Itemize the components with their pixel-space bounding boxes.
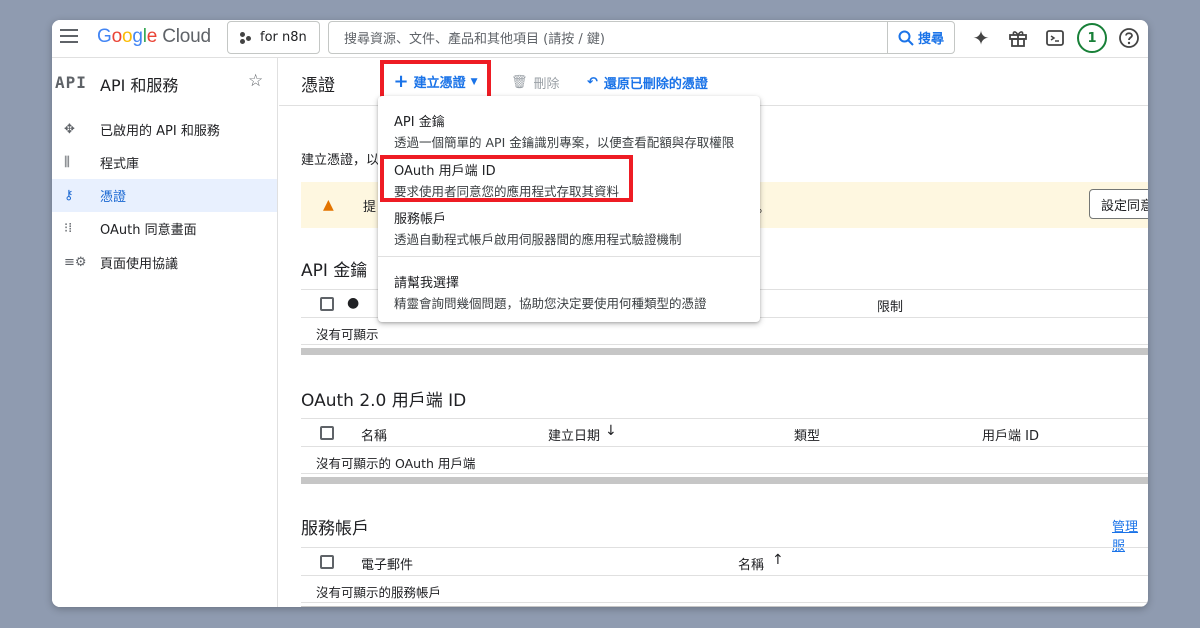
sidebar-item-enabled-apis[interactable]: ✥ 已啟用的 API 和服務: [52, 113, 277, 146]
select-all-checkbox[interactable]: [320, 426, 334, 440]
caret-down-icon: ▼: [470, 76, 478, 87]
oauth-highlight-box: [380, 155, 633, 202]
settings-list-icon: ≡⚙: [64, 255, 87, 270]
notification-badge[interactable]: 1: [1077, 23, 1107, 53]
horizontal-scrollbar[interactable]: [301, 477, 1148, 484]
top-bar: Google Cloud for n8n 搜尋資源、文件、產品和其他項目 (請按…: [52, 20, 1148, 58]
sidebar: API API 和服務 ☆ ✥ 已啟用的 API 和服務 ⫼ 程式庫 ⚷ 憑證 …: [52, 58, 278, 607]
create-credentials-button[interactable]: + 建立憑證 ▼: [380, 60, 491, 103]
horizontal-scrollbar[interactable]: [301, 606, 1148, 607]
consent-icon: ⁝⁞: [64, 221, 73, 236]
menu-icon[interactable]: [60, 29, 78, 45]
gift-icon[interactable]: [1006, 26, 1030, 50]
sidebar-item-page-usage[interactable]: ≡⚙ 頁面使用協議: [52, 246, 277, 279]
table-empty-row: 沒有可顯示的 OAuth 用戶端: [301, 447, 1148, 474]
plus-icon: +: [393, 71, 409, 92]
configure-consent-button[interactable]: 設定同意: [1089, 189, 1148, 219]
search-input[interactable]: 搜尋資源、文件、產品和其他項目 (請按 / 鍵) 搜尋: [328, 21, 955, 54]
cloud-shell-icon[interactable]: [1043, 26, 1067, 50]
menu-item-service-account[interactable]: 服務帳戶 透過自動程式帳戶啟用伺服器間的應用程式驗證機制: [394, 208, 682, 248]
search-button[interactable]: 搜尋: [887, 22, 954, 53]
horizontal-scrollbar[interactable]: [301, 348, 1148, 355]
create-credentials-menu: API 金鑰 透過一個簡單的 API 金鑰識別專案，以便查看配額與存取權限 OA…: [378, 96, 760, 322]
sidebar-item-library[interactable]: ⫼ 程式庫: [52, 146, 277, 179]
menu-divider: [378, 256, 760, 257]
select-all-checkbox[interactable]: [320, 555, 334, 569]
page-title: 憑證: [301, 76, 335, 96]
oauth-title: OAuth 2.0 用戶端 ID: [301, 391, 467, 411]
undo-icon: ↶: [587, 75, 598, 90]
table-empty-row: 沒有可顯示: [301, 318, 1148, 345]
status-dot-icon: ●: [347, 295, 360, 311]
sort-up-icon[interactable]: ↑: [772, 552, 784, 568]
sidebar-item-credentials[interactable]: ⚷ 憑證: [52, 179, 277, 212]
search-icon: [898, 30, 914, 46]
gemini-sparkle-icon[interactable]: ✦: [969, 26, 993, 50]
trash-icon: 🗑: [511, 75, 528, 90]
google-cloud-logo[interactable]: Google Cloud: [97, 26, 211, 48]
select-all-checkbox[interactable]: [320, 297, 334, 311]
project-selector[interactable]: for n8n: [227, 21, 320, 54]
intro-text: 建立憑證，以: [301, 153, 380, 168]
table-header: 名稱 建立日期 ↓ 類型 用戶端 ID: [301, 418, 1148, 447]
api-logo: API: [55, 73, 87, 92]
menu-item-help-me-choose[interactable]: 請幫我選擇 精靈會詢問幾個問題，協助您決定要使用何種類型的憑證: [394, 272, 707, 312]
sort-down-icon[interactable]: ↓: [605, 423, 617, 439]
service-accounts-title: 服務帳戶: [301, 519, 369, 539]
warning-icon: ▲: [323, 197, 334, 213]
oauth-table: 名稱 建立日期 ↓ 類型 用戶端 ID 沒有可顯示的 OAuth 用戶端: [301, 418, 1148, 484]
sidebar-item-oauth-consent[interactable]: ⁝⁞ OAuth 同意畫面: [52, 212, 277, 245]
project-icon: [240, 31, 252, 44]
sidebar-title: API 和服務: [100, 76, 179, 95]
help-icon[interactable]: [1117, 26, 1141, 50]
service-accounts-table: 電子郵件 名稱 ↑ 沒有可顯示的服務帳戶: [301, 547, 1148, 607]
table-empty-row: 沒有可顯示的服務帳戶: [301, 576, 1148, 603]
key-icon: ⚷: [64, 188, 74, 203]
restore-deleted-button[interactable]: ↶ 還原已刪除的憑證: [587, 73, 708, 92]
sidebar-header: API API 和服務 ☆: [52, 58, 277, 106]
delete-button[interactable]: 🗑 刪除: [511, 73, 560, 92]
menu-item-api-key[interactable]: API 金鑰 透過一個簡單的 API 金鑰識別專案，以便查看配額與存取權限: [394, 111, 734, 151]
table-header: 電子郵件 名稱 ↑: [301, 547, 1148, 576]
api-keys-title: API 金鑰: [301, 261, 368, 281]
diamond-arrows-icon: ✥: [64, 122, 75, 137]
star-icon[interactable]: ☆: [248, 71, 263, 91]
library-icon: ⫼: [64, 155, 70, 170]
